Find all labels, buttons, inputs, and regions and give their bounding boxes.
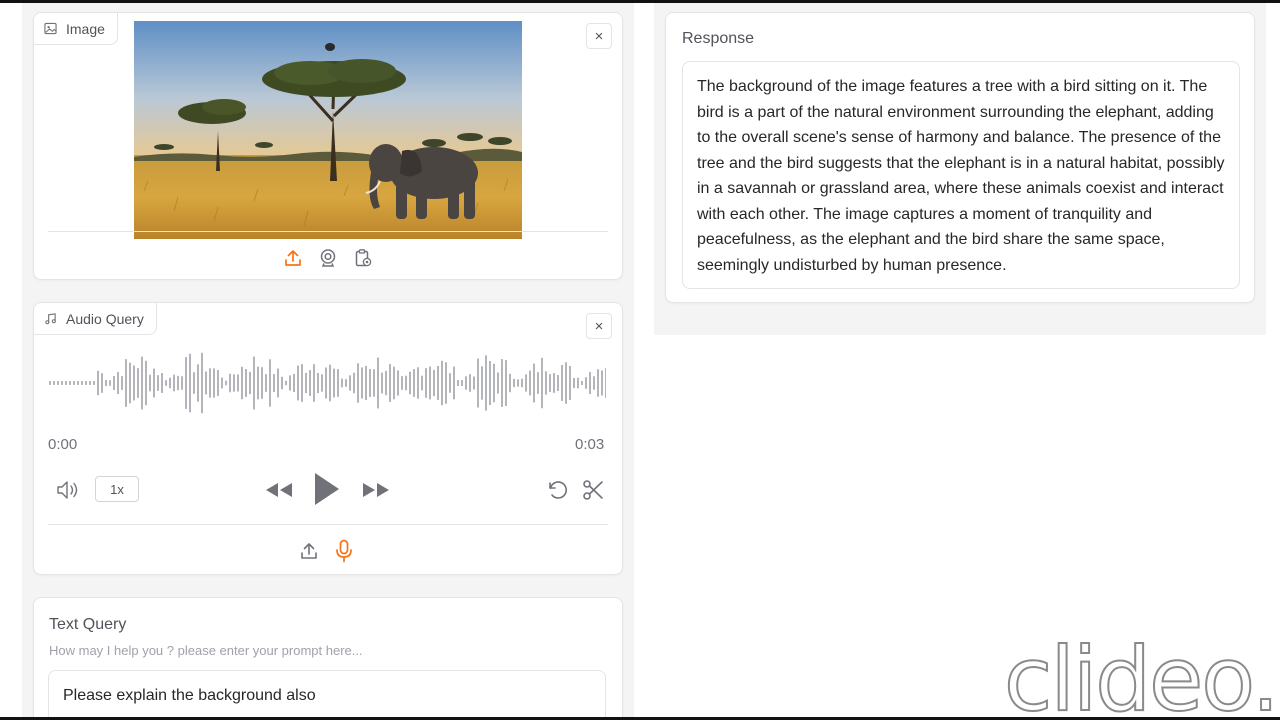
upload-icon (285, 250, 301, 266)
response-text[interactable]: The background of the image features a t… (682, 61, 1240, 289)
text-query-info: How may I help you ? please enter your p… (49, 643, 363, 658)
fast-forward-icon (363, 483, 389, 497)
audio-close-button[interactable]: × (586, 313, 612, 339)
image-toolbar-divider (48, 231, 608, 232)
music-note-icon (45, 313, 56, 325)
uploaded-image (134, 21, 522, 239)
image-panel: Image × (33, 12, 623, 280)
scissors-icon (583, 480, 603, 500)
play-button[interactable] (309, 469, 343, 509)
upload-icon (301, 543, 317, 559)
current-time: 0:00 (48, 436, 78, 453)
playback-rate-label: 1x (110, 481, 124, 497)
undo-icon (549, 481, 568, 499)
text-query-input[interactable]: Please explain the background also (48, 670, 606, 720)
webcam-button[interactable] (316, 246, 340, 270)
trim-button[interactable] (580, 477, 606, 503)
watermark-logo: clideo.c (1003, 628, 1280, 720)
text-query-label: Text Query (49, 616, 127, 633)
audio-panel: Audio Query × 0:00 0:03 1x (33, 302, 623, 575)
reset-button[interactable] (544, 477, 570, 503)
paste-clipboard-button[interactable] (351, 246, 375, 270)
fast-forward-button[interactable] (359, 477, 393, 503)
record-microphone-button[interactable] (332, 538, 356, 564)
text-query-panel: Text Query How may I help you ? please e… (33, 597, 623, 720)
rewind-button[interactable] (262, 477, 296, 503)
image-label: Image (66, 20, 105, 37)
response-panel: Response The background of the image fea… (665, 12, 1255, 303)
input-column: Image × Audio Query × 0:00 0:03 1x Text … (22, 3, 634, 720)
microphone-icon (336, 539, 352, 563)
clipboard-icon (355, 249, 372, 267)
output-column: Response The background of the image fea… (654, 3, 1266, 335)
audio-toolbar-divider (48, 524, 608, 525)
image-label-chip: Image (34, 13, 118, 45)
playback-rate-button[interactable]: 1x (95, 476, 139, 502)
response-label: Response (682, 30, 755, 47)
play-icon (315, 473, 339, 505)
image-close-button[interactable]: × (586, 23, 612, 49)
duration: 0:03 (575, 436, 605, 453)
audio-label-chip: Audio Query (34, 303, 157, 335)
image-icon (44, 22, 57, 35)
volume-icon (57, 481, 78, 499)
audio-label: Audio Query (66, 310, 144, 327)
webcam-icon (320, 249, 336, 267)
volume-button[interactable] (54, 477, 84, 503)
rewind-icon (266, 483, 292, 497)
audio-waveform[interactable] (48, 349, 606, 417)
close-icon: × (594, 317, 604, 335)
upload-audio-button[interactable] (297, 539, 321, 563)
upload-image-button[interactable] (281, 246, 305, 270)
close-icon: × (594, 27, 604, 45)
